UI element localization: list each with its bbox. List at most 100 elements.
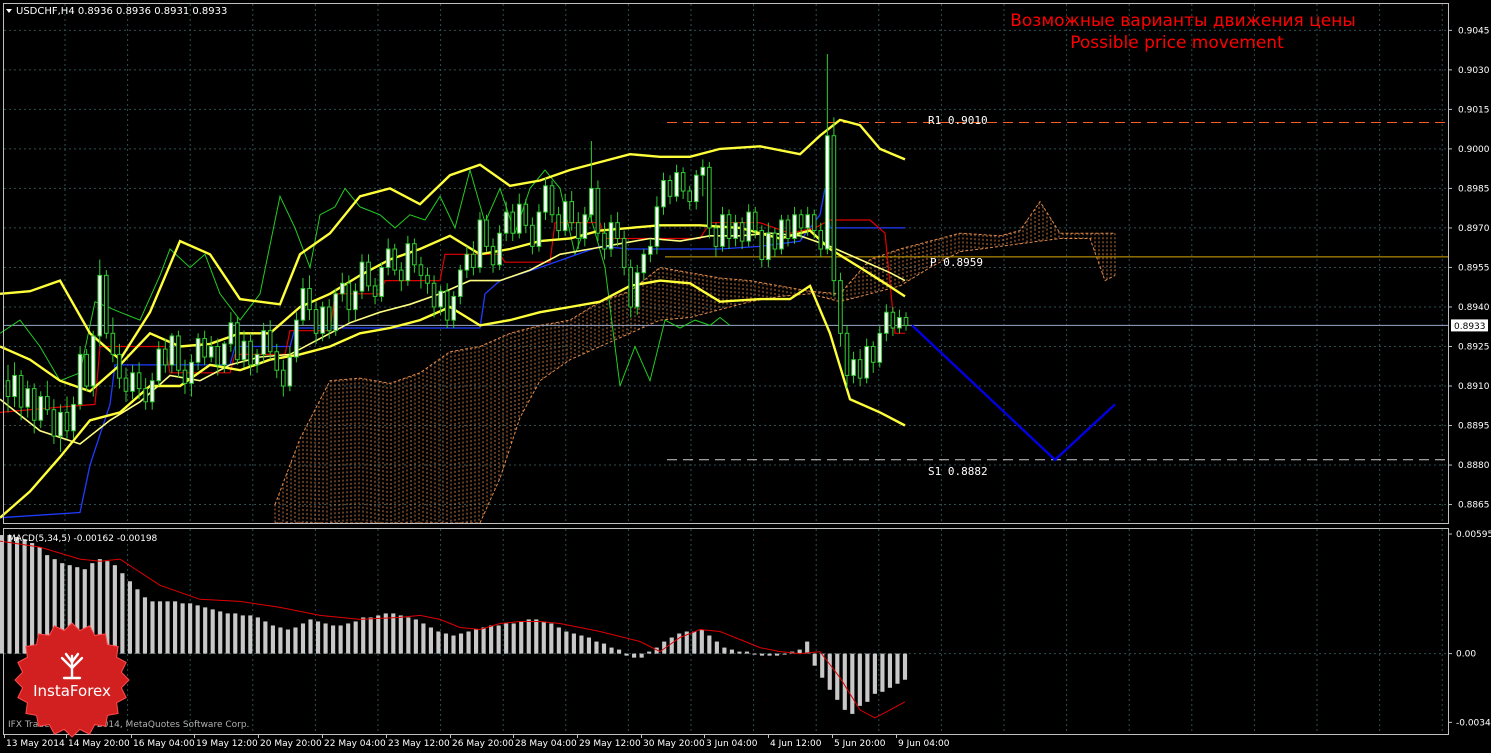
macd-bar [233, 613, 238, 654]
macd-bar [7, 535, 12, 654]
candle-bull [792, 214, 797, 239]
candle-bear [372, 285, 378, 297]
candle-bear [143, 388, 148, 403]
macd-bar [775, 653, 780, 656]
candle-bear [182, 369, 188, 384]
time-tick-label: 29 May 12:00 [579, 739, 641, 749]
candle-bull [733, 222, 738, 239]
macd-bar [857, 653, 862, 706]
candle-bull [851, 359, 856, 376]
candle-bear [398, 269, 404, 282]
macd-bar [737, 651, 742, 654]
time-tick-label: 30 May 20:00 [643, 739, 705, 749]
candle-bear [759, 230, 765, 261]
candle-bull [71, 403, 76, 432]
candle-bear [615, 222, 620, 239]
macd-bar [391, 613, 396, 654]
candle-bear [5, 380, 11, 398]
macd-bar [782, 653, 787, 655]
macd-bar [489, 625, 494, 654]
macd-bar [135, 589, 140, 654]
candle-bear [64, 411, 70, 432]
candle-bear [818, 230, 824, 250]
candle-bull [300, 288, 306, 321]
macd-bar [647, 651, 652, 654]
macd-bar [850, 653, 855, 714]
candle-bull [294, 319, 299, 358]
macd-bar [331, 625, 336, 654]
candle-bull [720, 214, 725, 247]
candle-bull [156, 348, 162, 382]
candle-bear [667, 180, 673, 197]
candle-bull [608, 222, 614, 250]
price-tick-label: 0.8985 [1458, 184, 1490, 194]
candle-bear [425, 274, 430, 284]
macd-bar [805, 641, 810, 654]
candle-bull [884, 311, 889, 334]
macd-bar [887, 653, 893, 688]
macd-bar [368, 617, 373, 654]
candle-bull [77, 353, 83, 405]
macd-bar [579, 635, 584, 654]
candle-bull [169, 335, 175, 366]
candle-bull [746, 211, 751, 242]
candle-bear [110, 332, 116, 355]
macd-bar [203, 607, 208, 654]
candle-bull [25, 388, 30, 408]
macd-bar [496, 625, 501, 654]
macd-tick-label: 0.00 [1456, 650, 1476, 660]
macd-bar [632, 653, 637, 658]
macd-bar [150, 601, 155, 654]
candle-bear [602, 232, 607, 250]
macd-bar [458, 633, 464, 654]
price-tick-label: 0.8880 [1458, 461, 1490, 471]
price-tick-label: 0.9030 [1458, 66, 1490, 76]
candle-bear [346, 282, 352, 311]
candle-bull [379, 266, 384, 297]
macd-bar [511, 623, 516, 654]
macd-bar [541, 621, 546, 654]
candle-bear [412, 243, 417, 266]
candle-bear [117, 353, 122, 379]
macd-bar [714, 641, 719, 654]
macd-bar [616, 649, 622, 654]
candle-bear [680, 172, 686, 192]
candle-bear [870, 345, 876, 363]
macd-bar [346, 623, 351, 654]
candle-bear [163, 348, 168, 366]
macd-bar [699, 629, 704, 654]
candle-bear [621, 237, 627, 268]
candle-bear [575, 222, 581, 239]
macd-bar [466, 631, 471, 654]
candle-bear [687, 190, 692, 203]
candle-bear [235, 322, 240, 361]
macd-bar [722, 647, 727, 654]
macd-bar [263, 621, 268, 654]
time-tick-label: 20 May 20:00 [260, 739, 322, 749]
price-tick-label: 0.8955 [1458, 263, 1490, 273]
candle-bear [418, 264, 424, 276]
price-tick-label: 0.8925 [1458, 342, 1490, 352]
price-chart[interactable]: 0.9045 0.9030 0.9015 0.9000 0.8985 0.8970 0.89… [0, 0, 1491, 749]
price-tick-label: 0.8940 [1458, 303, 1490, 313]
candle-bear [484, 219, 489, 247]
candle-bull [353, 290, 358, 311]
pivot-label: P 0.8959 [930, 256, 983, 269]
macd-bar [504, 623, 509, 654]
macd-bar [895, 653, 900, 684]
candle-bull [536, 211, 542, 247]
macd-bar [278, 627, 283, 654]
macd-bar [669, 637, 674, 654]
current-price-value: 0.8933 [1454, 322, 1486, 332]
macd-bar [549, 623, 554, 654]
macd-tick-label: -0.00342 [1456, 718, 1491, 728]
candle-bull [58, 411, 63, 437]
candle-bear [713, 227, 719, 247]
candle-bull [339, 282, 345, 295]
candle-bull [582, 214, 588, 239]
price-tick-label: 0.9045 [1458, 26, 1490, 36]
macd-bar [443, 633, 449, 654]
macd-bar [308, 619, 313, 654]
time-tick-label: 28 May 04:00 [515, 739, 577, 749]
candle-bull [12, 374, 17, 398]
